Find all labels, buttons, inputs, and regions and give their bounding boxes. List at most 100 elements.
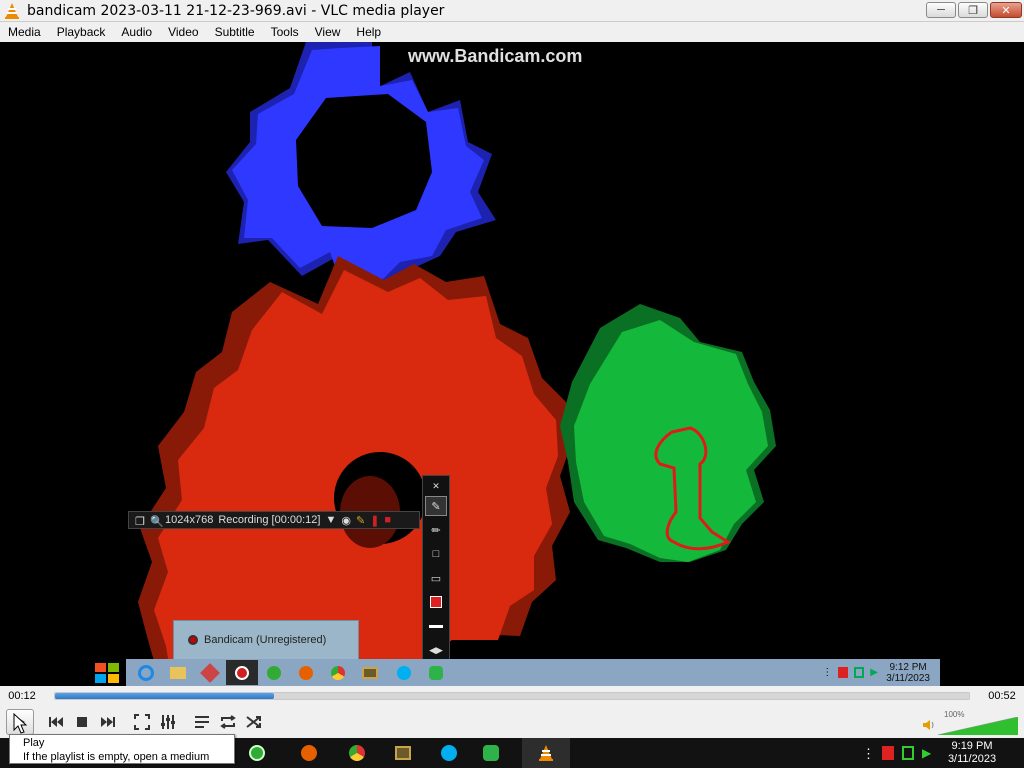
folder-icon xyxy=(162,660,194,685)
taskbar-film-icon[interactable] xyxy=(384,738,422,768)
restore-icon: ❐ xyxy=(968,4,978,17)
menu-media[interactable]: Media xyxy=(0,25,49,39)
expand-icon[interactable]: ◀▶ xyxy=(425,640,447,660)
next-button[interactable] xyxy=(96,711,120,733)
volume-slider[interactable] xyxy=(938,717,1018,735)
recorded-date: 3/11/2023 xyxy=(886,672,930,684)
minimize-icon: ─ xyxy=(937,4,945,16)
seek-progress xyxy=(55,693,275,699)
menu-audio[interactable]: Audio xyxy=(113,25,160,39)
record-dot-icon xyxy=(188,635,198,645)
loop-button[interactable] xyxy=(216,711,240,733)
tray-menu-icon[interactable]: ⋮ xyxy=(862,746,875,761)
volume-speaker-icon[interactable] xyxy=(922,718,936,730)
bandicam-watermark: www.Bandicam.com xyxy=(408,46,583,66)
video-area[interactable]: www.Bandicam.com ❐ 🔍 1024x768 Recording … xyxy=(0,42,1024,686)
menu-video[interactable]: Video xyxy=(160,25,206,39)
window-mode-icon[interactable]: ❐ xyxy=(135,515,145,528)
next-icon xyxy=(101,717,115,727)
title-bar: bandicam 2023-03-11 21-12-23-969.avi - V… xyxy=(0,0,1024,22)
network-icon xyxy=(854,667,865,678)
skype-icon xyxy=(388,660,420,685)
taskbar-app-green-icon[interactable] xyxy=(238,738,276,768)
taskbar-skype-icon[interactable] xyxy=(430,738,468,768)
extended-settings-icon xyxy=(161,715,175,729)
line-width-icon[interactable] xyxy=(425,616,447,636)
pause-icon[interactable]: ❚ xyxy=(370,514,379,527)
bandicam-notice-text: Bandicam (Unregistered) xyxy=(204,634,327,646)
seek-bar-row: 00:12 00:52 xyxy=(0,686,1024,706)
eraser-icon[interactable]: ▭ xyxy=(425,568,447,588)
menu-playback[interactable]: Playback xyxy=(49,25,114,39)
recorded-time: 9:12 PM xyxy=(889,661,927,673)
seek-slider[interactable] xyxy=(54,692,970,700)
speaker-icon[interactable]: ▶ xyxy=(922,746,934,760)
playlist-button[interactable] xyxy=(190,711,214,733)
menu-subtitle[interactable]: Subtitle xyxy=(207,25,263,39)
color-swatch-icon[interactable] xyxy=(425,592,447,612)
tray-menu-icon: ⋮ xyxy=(822,667,833,678)
vlc-cone-icon xyxy=(3,2,21,20)
extended-settings-button[interactable] xyxy=(156,711,180,733)
tooltip-text: If the playlist is empty, open a medium xyxy=(23,751,210,763)
window-title: bandicam 2023-03-11 21-12-23-969.avi - V… xyxy=(27,2,445,19)
bandicam-draw-toolbar: ✕ ✎ ✏ □ ▭ ◀▶ xyxy=(422,475,450,686)
taskbar-vlc-icon[interactable] xyxy=(522,738,570,768)
recording-status: Recording [00:00:12] xyxy=(218,514,321,526)
stop-button[interactable] xyxy=(70,711,94,733)
menu-help[interactable]: Help xyxy=(348,25,389,39)
fullscreen-button[interactable] xyxy=(130,711,154,733)
rectangle-icon[interactable]: □ xyxy=(425,544,447,564)
pen-icon[interactable]: ✎ xyxy=(425,496,447,516)
minimize-button[interactable]: ─ xyxy=(926,2,956,18)
stop-record-icon[interactable]: ■ xyxy=(384,514,391,526)
marker-icon[interactable]: ✏ xyxy=(425,520,447,540)
total-time[interactable]: 00:52 xyxy=(980,690,1024,702)
close-icon: ✕ xyxy=(1001,4,1011,17)
play-tooltip: Play If the playlist is empty, open a me… xyxy=(9,734,235,764)
restore-button[interactable]: ❐ xyxy=(958,2,988,18)
menu-tools[interactable]: Tools xyxy=(263,25,307,39)
elapsed-time[interactable]: 00:12 xyxy=(0,690,44,702)
camera-icon[interactable]: ◉ xyxy=(341,514,351,527)
taskbar-date: 3/11/2023 xyxy=(947,753,997,765)
vlc-window: bandicam 2023-03-11 21-12-23-969.avi - V… xyxy=(0,0,1024,768)
gears-scene xyxy=(138,42,776,682)
bandicam-icon xyxy=(226,660,258,685)
close-toolbar-icon[interactable]: ✕ xyxy=(425,480,447,492)
shuffle-button[interactable] xyxy=(242,711,266,733)
taskbar-clock[interactable]: 9:19 PM 3/11/2023 xyxy=(942,740,1002,766)
volume-control[interactable]: 100% xyxy=(923,710,1018,736)
taskbar-firefox-icon[interactable] xyxy=(290,738,328,768)
red-gear xyxy=(138,256,572,682)
mouse-cursor-icon xyxy=(13,713,27,734)
film-icon xyxy=(354,660,386,685)
shuffle-icon xyxy=(246,716,261,728)
speaker-icon: ▶ xyxy=(870,667,878,678)
taskbar-chrome-icon[interactable] xyxy=(338,738,376,768)
playlist-icon xyxy=(195,716,209,728)
recording-resolution: 1024x768 xyxy=(165,514,214,526)
paint-icon xyxy=(194,660,226,685)
bandicam-notice: Bandicam (Unregistered) xyxy=(173,620,359,660)
menu-view[interactable]: View xyxy=(307,25,349,39)
recorded-taskbar: ⋮ ▶ 9:12 PM 3/11/2023 xyxy=(88,659,940,686)
menu-bar: Media Playback Audio Video Subtitle Tool… xyxy=(0,22,1024,42)
network-icon[interactable] xyxy=(902,746,914,760)
zoom-icon[interactable]: 🔍 xyxy=(150,515,164,528)
dropdown-icon[interactable]: ▼ xyxy=(325,514,336,526)
previous-icon xyxy=(49,717,63,727)
firefox-icon xyxy=(290,660,322,685)
action-center-flag-icon[interactable] xyxy=(882,746,894,760)
close-button[interactable]: ✕ xyxy=(990,2,1022,18)
taskbar-chat-icon[interactable] xyxy=(472,738,510,768)
tooltip-title: Play xyxy=(23,737,45,749)
pencil-icon[interactable]: ✎ xyxy=(356,514,365,527)
previous-button[interactable] xyxy=(44,711,68,733)
ie-icon xyxy=(130,660,162,685)
fullscreen-icon xyxy=(134,714,150,730)
app-green-icon xyxy=(258,660,290,685)
windows-logo-icon xyxy=(88,659,126,686)
bandicam-recording-bar[interactable]: ❐ 🔍 1024x768 Recording [00:00:12] ▼ ◉ ✎ … xyxy=(128,511,420,529)
chat-icon xyxy=(420,660,452,685)
